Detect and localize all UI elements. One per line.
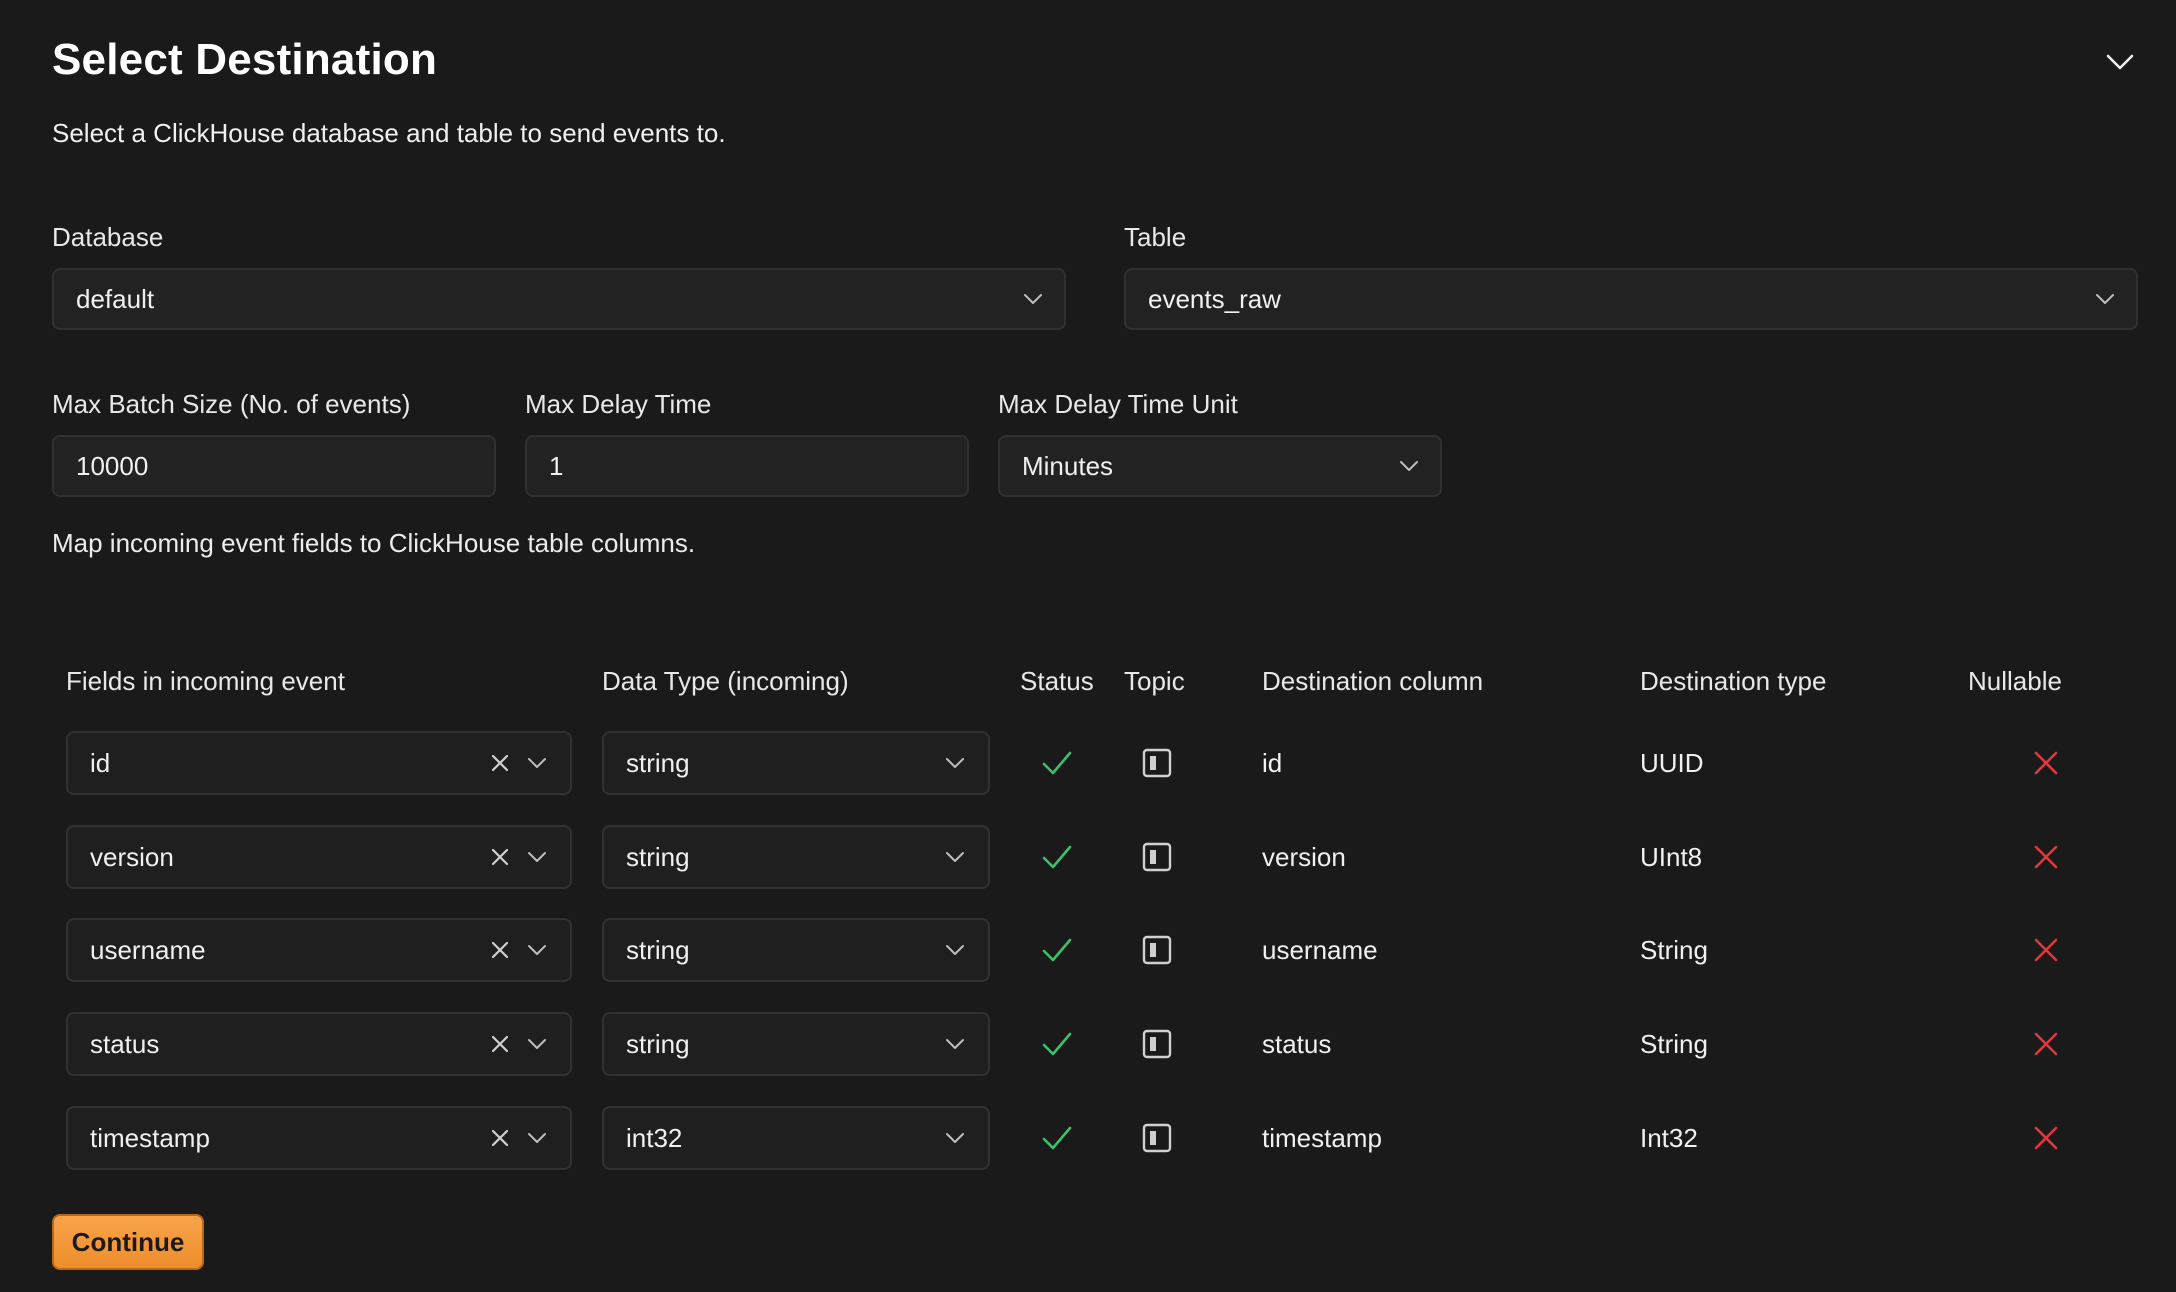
data-type-value: int32 xyxy=(626,1122,683,1153)
chevron-down-icon[interactable] xyxy=(526,1037,548,1051)
close-icon[interactable] xyxy=(488,1126,512,1150)
mapping-hint: Map incoming event fields to ClickHouse … xyxy=(52,528,696,558)
topic-icon[interactable] xyxy=(1140,746,1174,780)
max-delay-time-input[interactable]: 1 xyxy=(525,435,969,497)
max-delay-unit-value: Minutes xyxy=(1022,450,1114,481)
cross-icon xyxy=(2030,1028,2062,1060)
destination-column: status xyxy=(1262,1029,1332,1059)
cross-icon xyxy=(2030,747,2062,779)
data-type-select[interactable]: string xyxy=(602,1012,990,1076)
data-type-select[interactable]: string xyxy=(602,918,990,982)
header-destination-column: Destination column xyxy=(1262,666,1484,696)
chevron-down-icon xyxy=(2094,292,2116,306)
table-value: events_raw xyxy=(1148,283,1281,314)
cross-icon xyxy=(2030,841,2062,873)
destination-type: UUID xyxy=(1640,748,1704,778)
check-icon xyxy=(1040,1027,1074,1061)
data-type-value: string xyxy=(626,841,690,872)
chevron-down-icon xyxy=(1022,292,1044,306)
data-type-select[interactable]: string xyxy=(602,731,990,795)
chevron-down-icon[interactable] xyxy=(526,756,548,770)
check-icon xyxy=(1040,746,1074,780)
destination-column: timestamp xyxy=(1262,1123,1382,1153)
chevron-down-icon xyxy=(944,850,966,864)
chevron-down-icon xyxy=(944,756,966,770)
data-type-value: string xyxy=(626,1028,690,1059)
data-type-value: string xyxy=(626,747,690,778)
data-type-select[interactable]: int32 xyxy=(602,1106,990,1170)
page-subtitle: Select a ClickHouse database and table t… xyxy=(52,118,726,148)
destination-column: version xyxy=(1262,842,1346,872)
chevron-down-icon xyxy=(944,943,966,957)
table-select[interactable]: events_raw xyxy=(1124,268,2138,330)
header-nullable: Nullable xyxy=(1968,666,2062,696)
cross-icon xyxy=(2030,1122,2062,1154)
select-destination-panel: Select Destination Select a ClickHouse d… xyxy=(0,0,2176,1292)
destination-type: Int32 xyxy=(1640,1123,1698,1153)
destination-type: String xyxy=(1640,935,1708,965)
check-icon xyxy=(1040,1121,1074,1155)
check-icon xyxy=(1040,840,1074,874)
header-data-type: Data Type (incoming) xyxy=(602,666,849,696)
field-select[interactable]: status xyxy=(66,1012,572,1076)
data-type-select[interactable]: string xyxy=(602,825,990,889)
max-delay-time-value: 1 xyxy=(549,450,564,481)
header-fields: Fields in incoming event xyxy=(66,666,345,696)
field-value: version xyxy=(90,841,174,872)
data-type-value: string xyxy=(626,934,690,965)
max-delay-unit-label: Max Delay Time Unit xyxy=(998,389,1238,419)
max-batch-size-value: 10000 xyxy=(76,450,149,481)
chevron-down-icon[interactable] xyxy=(526,850,548,864)
field-select[interactable]: id xyxy=(66,731,572,795)
max-batch-size-label: Max Batch Size (No. of events) xyxy=(52,389,411,419)
topic-icon[interactable] xyxy=(1140,840,1174,874)
table-label: Table xyxy=(1124,222,1187,252)
close-icon[interactable] xyxy=(488,845,512,869)
header-destination-type: Destination type xyxy=(1640,666,1827,696)
chevron-down-icon[interactable] xyxy=(526,943,548,957)
topic-icon[interactable] xyxy=(1140,1027,1174,1061)
field-select[interactable]: timestamp xyxy=(66,1106,572,1170)
close-icon[interactable] xyxy=(488,751,512,775)
continue-button[interactable]: Continue xyxy=(52,1214,204,1270)
field-value: id xyxy=(90,747,111,778)
close-icon[interactable] xyxy=(488,938,512,962)
chevron-down-icon xyxy=(1398,459,1420,473)
field-value: timestamp xyxy=(90,1122,210,1153)
destination-column: id xyxy=(1262,748,1283,778)
database-select[interactable]: default xyxy=(52,268,1066,330)
database-value: default xyxy=(76,283,155,314)
database-label: Database xyxy=(52,222,164,252)
chevron-down-icon xyxy=(2106,54,2134,70)
header-topic: Topic xyxy=(1124,666,1185,696)
destination-type: String xyxy=(1640,1029,1708,1059)
max-batch-size-input[interactable]: 10000 xyxy=(52,435,496,497)
page-title: Select Destination xyxy=(52,35,438,84)
destination-column: username xyxy=(1262,935,1378,965)
field-select[interactable]: username xyxy=(66,918,572,982)
field-value: status xyxy=(90,1028,160,1059)
cross-icon xyxy=(2030,934,2062,966)
close-icon[interactable] xyxy=(488,1032,512,1056)
topic-icon[interactable] xyxy=(1140,1121,1174,1155)
field-select[interactable]: version xyxy=(66,825,572,889)
check-icon xyxy=(1040,933,1074,967)
collapse-toggle[interactable] xyxy=(2100,42,2140,82)
field-value: username xyxy=(90,934,206,965)
chevron-down-icon xyxy=(944,1131,966,1145)
header-status: Status xyxy=(1020,666,1094,696)
chevron-down-icon xyxy=(944,1037,966,1051)
topic-icon[interactable] xyxy=(1140,933,1174,967)
max-delay-time-label: Max Delay Time xyxy=(525,389,712,419)
chevron-down-icon[interactable] xyxy=(526,1131,548,1145)
max-delay-unit-select[interactable]: Minutes xyxy=(998,435,1442,497)
destination-type: UInt8 xyxy=(1640,842,1703,872)
